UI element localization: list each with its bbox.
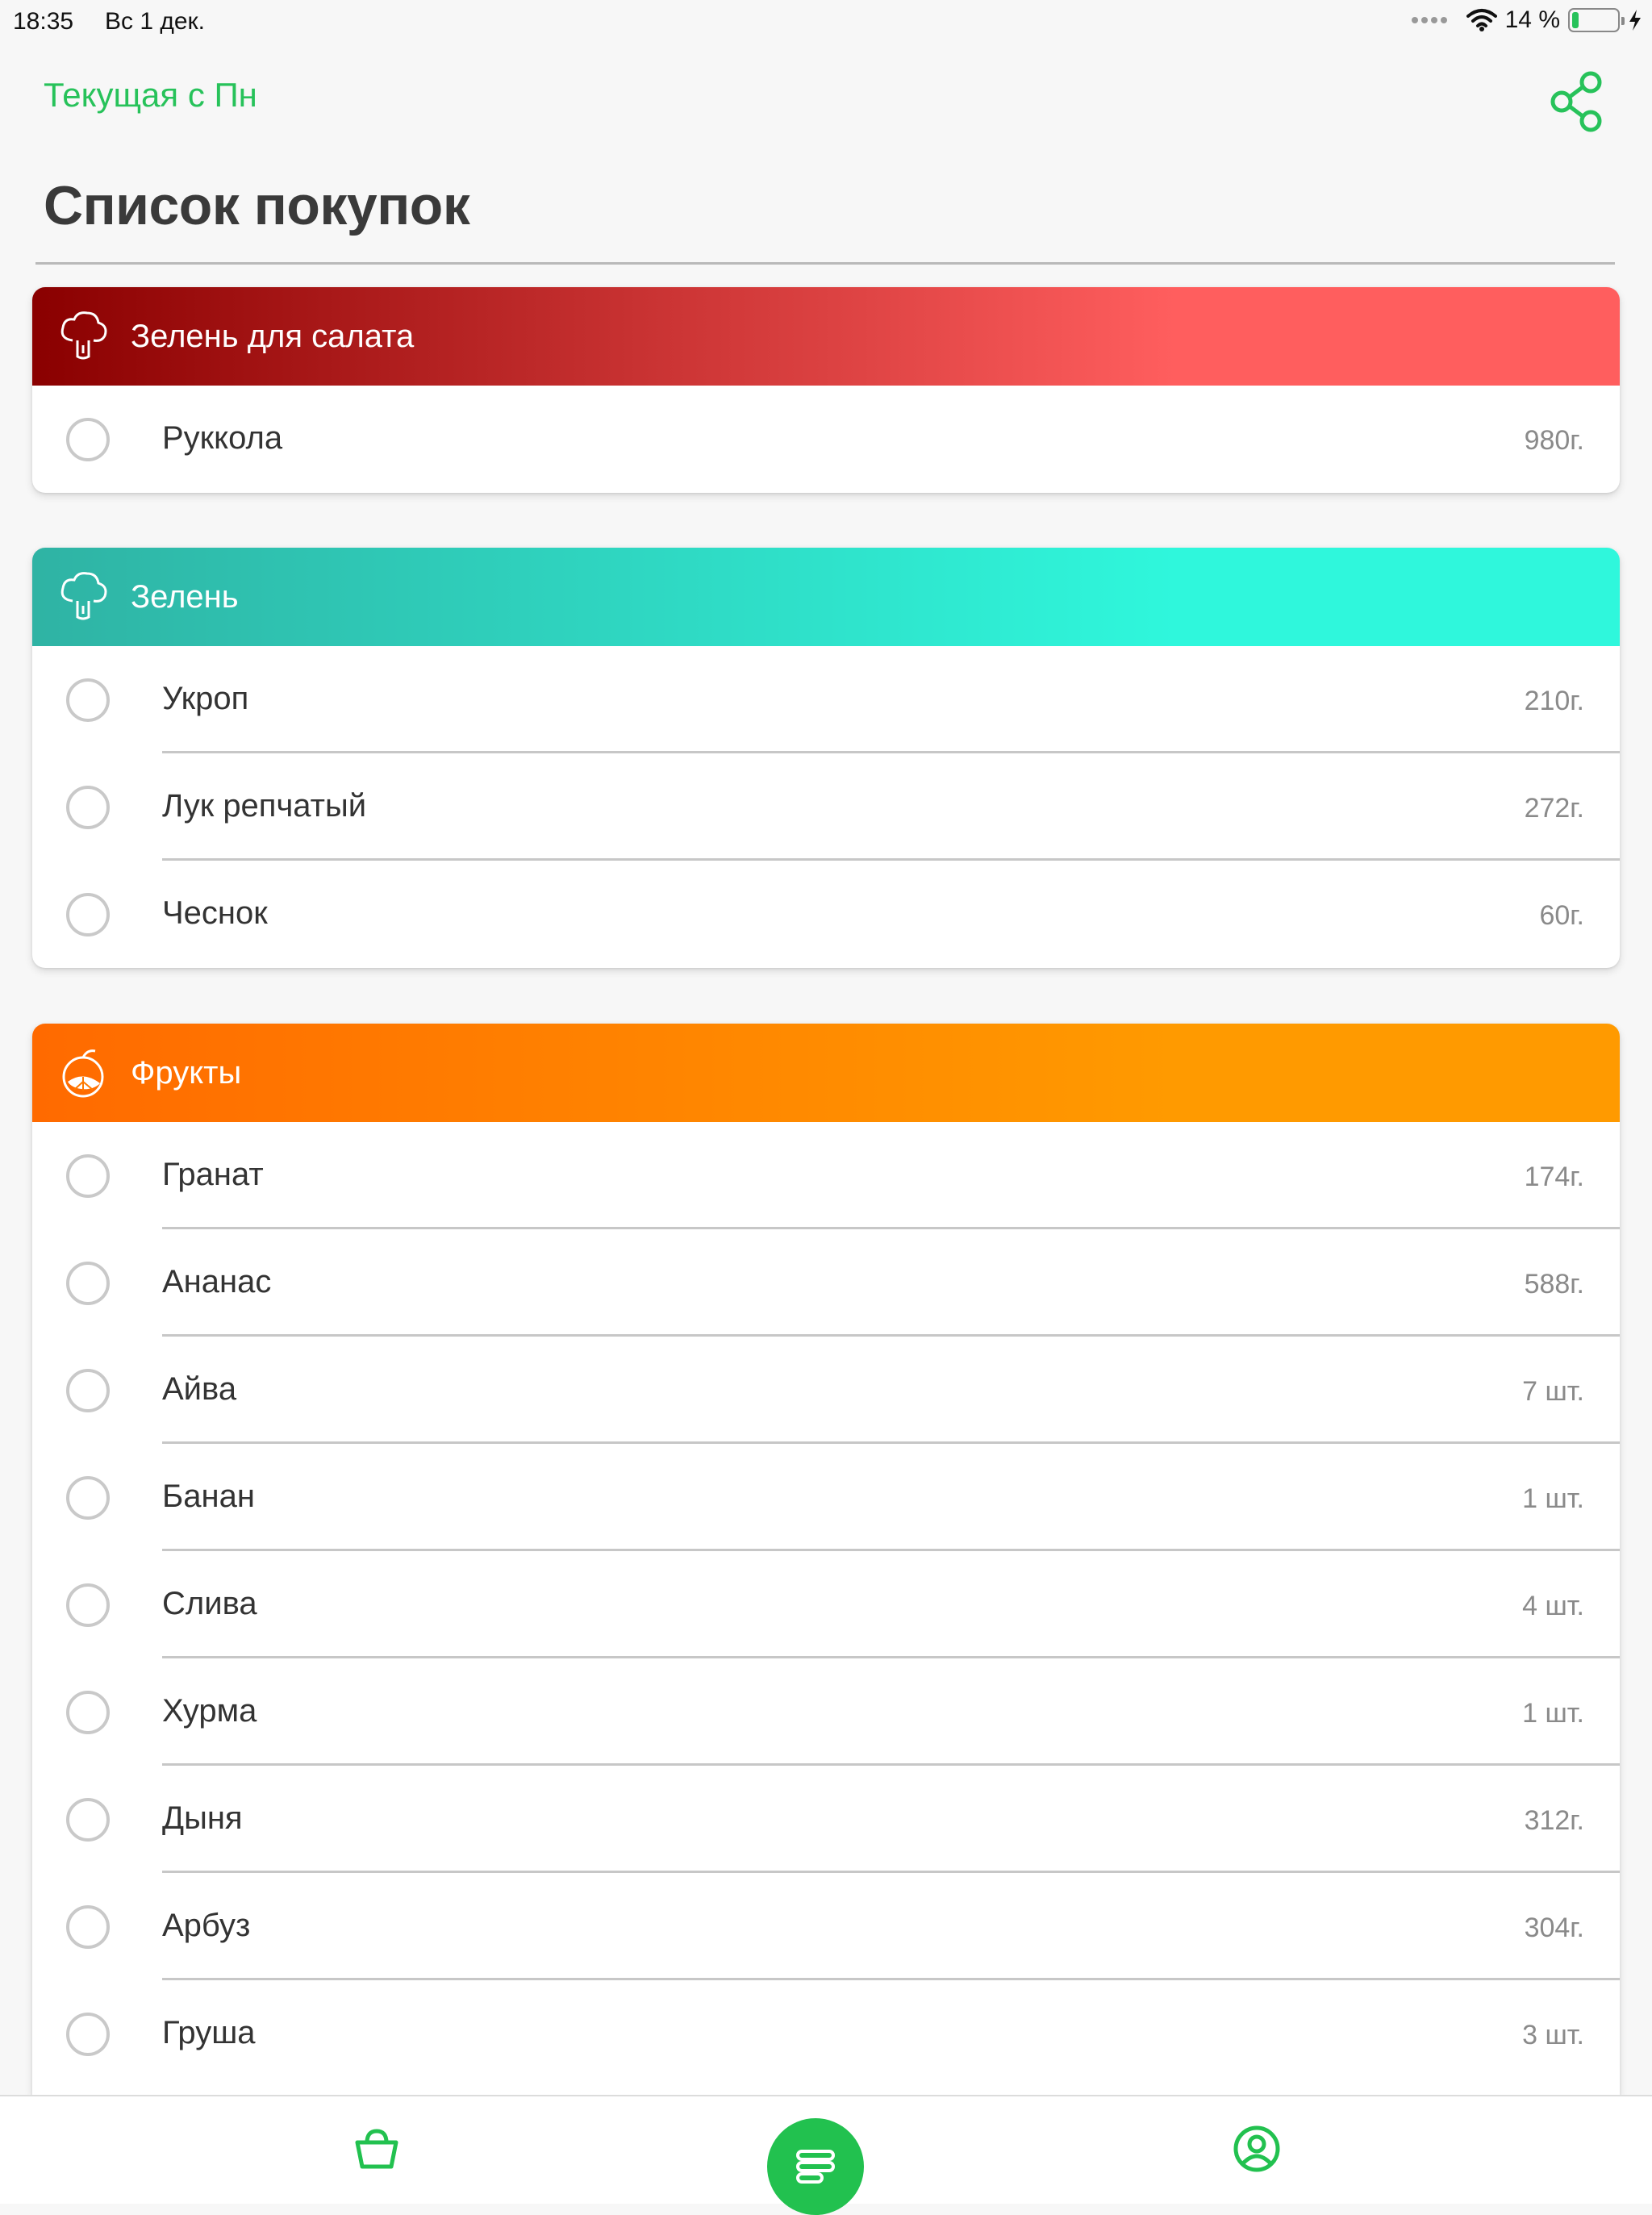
list-item[interactable]: Чеснок 60г. — [32, 861, 1620, 968]
cellular-dots-icon — [1411, 17, 1447, 23]
item-name: Хурма — [162, 1692, 257, 1729]
item-checkbox[interactable] — [66, 1153, 110, 1198]
tab-basket[interactable] — [350, 2122, 403, 2175]
title-divider — [35, 262, 1615, 265]
basket-icon — [355, 2129, 398, 2169]
item-name: Айва — [162, 1370, 237, 1407]
item-quantity: 980г. — [1524, 424, 1584, 456]
list-item[interactable]: Хурма 1 шт. — [32, 1658, 1620, 1766]
tab-profile[interactable] — [1230, 2122, 1283, 2175]
profile-icon — [1233, 2125, 1280, 2172]
week-back-link[interactable]: Текущая с Пн — [44, 76, 257, 115]
item-name: Банан — [162, 1478, 255, 1514]
item-quantity: 3 шт. — [1522, 2019, 1584, 2050]
item-name: Укроп — [162, 680, 249, 716]
page-title: Список покупок — [44, 175, 470, 236]
category-header[interactable]: Зелень для салата — [32, 287, 1620, 386]
item-checkbox[interactable] — [66, 785, 110, 829]
list-item[interactable]: Груша 3 шт. — [32, 1980, 1620, 2088]
item-quantity: 4 шт. — [1522, 1590, 1584, 1621]
item-checkbox[interactable] — [66, 1690, 110, 1734]
category-items: Гранат 174г. Ананас 588г. Айва 7 шт. Бан… — [32, 1122, 1620, 2088]
item-checkbox[interactable] — [66, 417, 110, 461]
battery-percent: 14 % — [1504, 6, 1560, 33]
item-quantity: 272г. — [1524, 792, 1584, 824]
item-checkbox[interactable] — [66, 1583, 110, 1627]
list-item[interactable]: Арбуз 304г. — [32, 1873, 1620, 1980]
share-button[interactable] — [1549, 69, 1605, 134]
category-title: Зелень — [131, 578, 239, 615]
item-quantity: 7 шт. — [1522, 1375, 1584, 1407]
item-checkbox[interactable] — [66, 1904, 110, 1949]
category-items: Укроп 210г. Лук репчатый 272г. Чеснок 60… — [32, 646, 1620, 968]
status-date: Вс 1 дек. — [105, 8, 206, 35]
status-right: 14 % — [1411, 6, 1642, 34]
item-quantity: 312г. — [1524, 1804, 1584, 1836]
top-nav: Текущая с Пн — [0, 65, 1652, 132]
item-checkbox[interactable] — [66, 892, 110, 936]
item-checkbox[interactable] — [66, 2012, 110, 2056]
list-item[interactable]: Слива 4 шт. — [32, 1551, 1620, 1658]
list-item[interactable]: Дыня 312г. — [32, 1766, 1620, 1873]
list-item[interactable]: Айва 7 шт. — [32, 1337, 1620, 1444]
item-name: Руккола — [162, 419, 283, 456]
citrus-fruit-icon — [52, 1041, 115, 1104]
item-name: Груша — [162, 2014, 256, 2050]
item-quantity: 304г. — [1524, 1912, 1584, 1943]
category-header[interactable]: Зелень — [32, 548, 1620, 646]
item-quantity: 588г. — [1524, 1268, 1584, 1299]
item-name: Арбуз — [162, 1907, 251, 1943]
list-item[interactable]: Лук репчатый 272г. — [32, 753, 1620, 861]
category-card-greens: Зелень Укроп 210г. Лук репчатый 272г. Че… — [32, 548, 1620, 968]
category-items: Руккола 980г. — [32, 386, 1620, 493]
item-checkbox[interactable] — [66, 678, 110, 722]
item-quantity: 60г. — [1539, 899, 1584, 931]
list-icon — [796, 2150, 835, 2184]
status-bar: 18:35 Вс 1 дек. 14 % — [0, 0, 1652, 45]
item-name: Ананас — [162, 1263, 272, 1299]
list-item[interactable]: Укроп 210г. — [32, 646, 1620, 753]
item-name: Дыня — [162, 1800, 243, 1836]
item-quantity: 210г. — [1524, 685, 1584, 716]
battery-icon — [1568, 8, 1625, 32]
category-card-salad-greens: Зелень для салата Руккола 980г. — [32, 287, 1620, 493]
item-checkbox[interactable] — [66, 1261, 110, 1305]
broccoli-icon — [52, 305, 115, 368]
wifi-icon — [1466, 9, 1497, 31]
category-card-fruits: Фрукты Гранат 174г. Ананас 588г. Айва 7 … — [32, 1024, 1620, 2095]
item-name: Гранат — [162, 1156, 264, 1192]
item-checkbox[interactable] — [66, 1368, 110, 1412]
tab-bar — [0, 2095, 1652, 2215]
item-name: Слива — [162, 1585, 257, 1621]
item-quantity: 1 шт. — [1522, 1483, 1584, 1514]
item-name: Лук репчатый — [162, 787, 367, 824]
item-name: Чеснок — [162, 895, 268, 931]
category-title: Зелень для салата — [131, 318, 415, 354]
list-item[interactable]: Банан 1 шт. — [32, 1444, 1620, 1551]
charging-bolt-icon — [1629, 10, 1641, 31]
item-checkbox[interactable] — [66, 1797, 110, 1842]
list-item[interactable]: Гранат 174г. — [32, 1122, 1620, 1229]
category-header[interactable]: Фрукты — [32, 1024, 1620, 1122]
tab-shopping-list[interactable] — [767, 2118, 864, 2215]
category-title: Фрукты — [131, 1054, 242, 1091]
list-item[interactable]: Ананас 588г. — [32, 1229, 1620, 1337]
list-item[interactable]: Руккола 980г. — [32, 386, 1620, 493]
status-time: 18:35 — [13, 8, 74, 35]
broccoli-icon — [52, 565, 115, 628]
share-icon — [1550, 71, 1602, 132]
item-quantity: 1 шт. — [1522, 1697, 1584, 1729]
battery-fill — [1572, 12, 1579, 28]
item-checkbox[interactable] — [66, 1475, 110, 1520]
item-quantity: 174г. — [1524, 1161, 1584, 1192]
